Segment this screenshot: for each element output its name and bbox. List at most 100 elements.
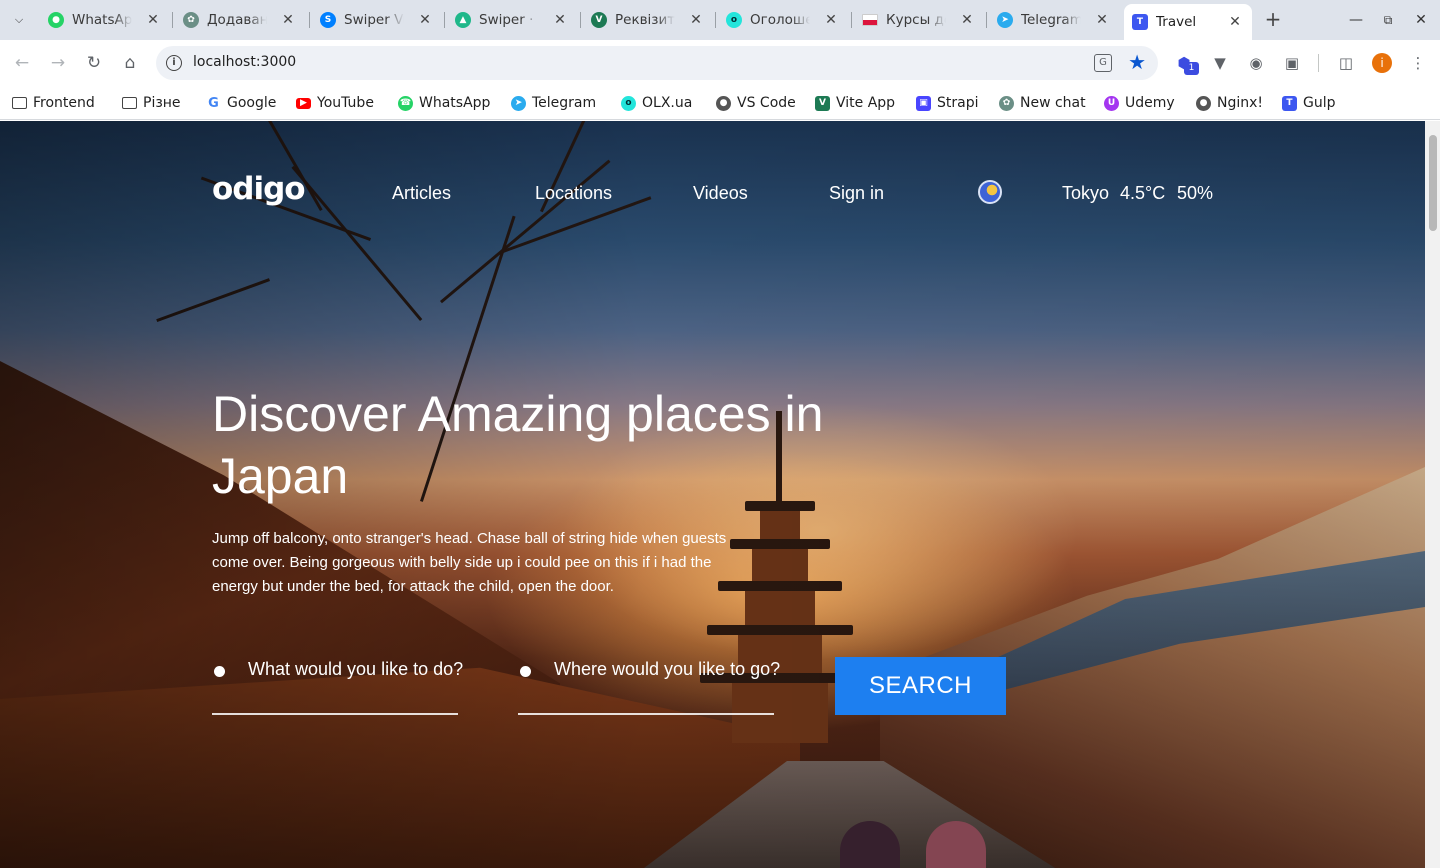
activity-search-placeholder[interactable]: What would you like to do?: [248, 659, 463, 680]
bookmark-item[interactable]: U Udemy: [1104, 92, 1175, 114]
browser-tab-strip: ⌵ ● WhatsApp ✕ ✿ Додаванн ✕ S Swiper Vu …: [0, 0, 1440, 40]
bookmark-item[interactable]: ● VS Code: [716, 92, 796, 114]
telegram-icon: ➤: [997, 12, 1013, 28]
tab-title: Swiper Vu: [344, 12, 404, 28]
site-info-icon[interactable]: i: [166, 55, 182, 71]
bookmark-folder[interactable]: Різне: [122, 92, 181, 114]
site-header: odigo Articles Locations Videos Sign in …: [0, 121, 1425, 261]
vite-icon: V: [815, 95, 830, 111]
tab-title: Swiper · N: [479, 12, 539, 28]
weather-city: Tokyo: [1062, 183, 1110, 203]
gulp-icon: T: [1282, 95, 1297, 111]
browser-tab[interactable]: Курсы до ✕: [854, 6, 984, 34]
page-scrollbar[interactable]: [1425, 121, 1440, 868]
folder-icon: [122, 97, 137, 109]
address-url[interactable]: localhost:3000: [193, 54, 296, 70]
whatsapp-icon: ●: [48, 12, 64, 28]
forward-icon[interactable]: →: [46, 51, 70, 75]
browser-tab[interactable]: ✿ Додаванн ✕: [175, 6, 305, 34]
bookmark-item[interactable]: ▣ Strapi: [916, 92, 979, 114]
destination-search-placeholder[interactable]: Where would you like to go?: [554, 659, 780, 680]
puzzle-extensions-icon[interactable]: ▣: [1282, 53, 1302, 73]
radio-dot-icon: [520, 666, 531, 677]
activity-search-field[interactable]: What would you like to do?: [212, 653, 463, 715]
close-tab-icon[interactable]: ✕: [416, 11, 434, 29]
browser-tab[interactable]: V Реквізити ✕: [583, 6, 713, 34]
vue-devtools-icon[interactable]: ▼: [1210, 53, 1230, 73]
site-logo[interactable]: odigo: [212, 171, 306, 207]
profile-avatar[interactable]: i: [1372, 53, 1392, 73]
hero-description: Jump off balcony, onto stranger's head. …: [212, 530, 727, 595]
weather-icon: [978, 180, 1002, 204]
menu-dots-icon[interactable]: ⋮: [1408, 53, 1428, 73]
tab-title: Оголоше: [750, 12, 810, 28]
address-bar[interactable]: i localhost:3000 G ★: [156, 46, 1158, 80]
page-viewport: odigo Articles Locations Videos Sign in …: [0, 121, 1425, 868]
browser-tab[interactable]: ▲ Swiper · N ✕: [447, 6, 577, 34]
hero-title: Discover Amazing places in Japan: [212, 386, 824, 504]
close-tab-icon[interactable]: ✕: [958, 11, 976, 29]
bookmarks-bar: Frontend Різне G Google ▶ YouTube ☎ WhatsAp…: [0, 86, 1440, 120]
close-tab-icon[interactable]: ✕: [551, 11, 569, 29]
bookmark-folder[interactable]: Frontend: [12, 92, 95, 114]
chatgpt-icon: ✿: [999, 95, 1014, 111]
scrollbar-thumb[interactable]: [1429, 135, 1437, 231]
nav-videos[interactable]: Videos: [693, 183, 748, 204]
weather-temperature: 4.5°C: [1120, 183, 1166, 203]
browser-tab[interactable]: S Swiper Vu ✕: [312, 6, 442, 34]
tab-title: Реквізити: [615, 12, 675, 28]
browser-tab-active[interactable]: T Travel ✕: [1124, 4, 1252, 40]
tab-title: Travel: [1156, 14, 1197, 30]
udemy-icon: U: [1104, 95, 1119, 111]
travel-icon: T: [1132, 14, 1148, 30]
bookmark-item[interactable]: G Google: [206, 92, 276, 114]
strapi-icon: ▣: [916, 95, 931, 111]
radio-dot-icon: [214, 666, 225, 677]
telegram-icon: ➤: [511, 95, 526, 111]
close-tab-icon[interactable]: ✕: [1226, 13, 1244, 31]
browser-tab[interactable]: ➤ Telegram ✕: [989, 6, 1119, 34]
browser-toolbar: ← → ↻ ⌂ i localhost:3000 G ★ ⬢ ▼ ◉ ▣ ◫ ⋮: [0, 40, 1440, 86]
close-tab-icon[interactable]: ✕: [279, 11, 297, 29]
bookmark-item[interactable]: ☎ WhatsApp: [398, 92, 490, 114]
home-icon[interactable]: ⌂: [118, 51, 142, 75]
browser-tab[interactable]: o Оголоше ✕: [718, 6, 848, 34]
tab-title: Telegram: [1021, 12, 1081, 28]
youtube-icon: ▶: [296, 97, 311, 109]
close-window-icon[interactable]: ✕: [1411, 10, 1431, 30]
side-panel-icon[interactable]: ◫: [1336, 53, 1356, 73]
nav-articles[interactable]: Articles: [392, 183, 451, 204]
restore-icon[interactable]: ⧉: [1378, 10, 1398, 30]
swiper-icon: S: [320, 12, 336, 28]
globe-icon: ●: [1196, 95, 1211, 111]
weather-humidity: 50%: [1177, 183, 1214, 203]
close-tab-icon[interactable]: ✕: [687, 11, 705, 29]
browser-tab[interactable]: ● WhatsApp ✕: [40, 6, 170, 34]
bookmark-item[interactable]: V Vite App: [815, 92, 895, 114]
extension-icon[interactable]: ◉: [1246, 53, 1266, 73]
bookmark-item[interactable]: ➤ Telegram: [511, 92, 596, 114]
destination-search-field[interactable]: Where would you like to go?: [518, 653, 780, 715]
reload-icon[interactable]: ↻: [82, 51, 106, 75]
translate-icon[interactable]: G: [1094, 54, 1112, 72]
bookmark-item[interactable]: ▶ YouTube: [296, 92, 374, 114]
tab-title: Додаванн: [207, 12, 267, 28]
search-button[interactable]: SEARCH: [835, 657, 1006, 715]
close-tab-icon[interactable]: ✕: [822, 11, 840, 29]
bookmark-item[interactable]: o OLX.ua: [621, 92, 692, 114]
bookmark-item[interactable]: ✿ New chat: [999, 92, 1086, 114]
back-icon[interactable]: ←: [10, 51, 34, 75]
bookmark-star-icon[interactable]: ★: [1128, 50, 1146, 74]
chatgpt-icon: ✿: [183, 12, 199, 28]
nav-locations[interactable]: Locations: [535, 183, 612, 204]
close-tab-icon[interactable]: ✕: [1093, 11, 1111, 29]
nav-sign-in[interactable]: Sign in: [829, 183, 884, 204]
tab-search-button[interactable]: ⌵: [6, 8, 32, 32]
minimize-icon[interactable]: —: [1346, 10, 1366, 30]
bookmark-item[interactable]: ● Nginx!: [1196, 92, 1263, 114]
tab-title: Курсы до: [886, 12, 946, 28]
close-tab-icon[interactable]: ✕: [144, 11, 162, 29]
globe-icon: ●: [716, 95, 731, 111]
bookmark-item[interactable]: T Gulp: [1282, 92, 1336, 114]
new-tab-button[interactable]: +: [1262, 8, 1284, 32]
